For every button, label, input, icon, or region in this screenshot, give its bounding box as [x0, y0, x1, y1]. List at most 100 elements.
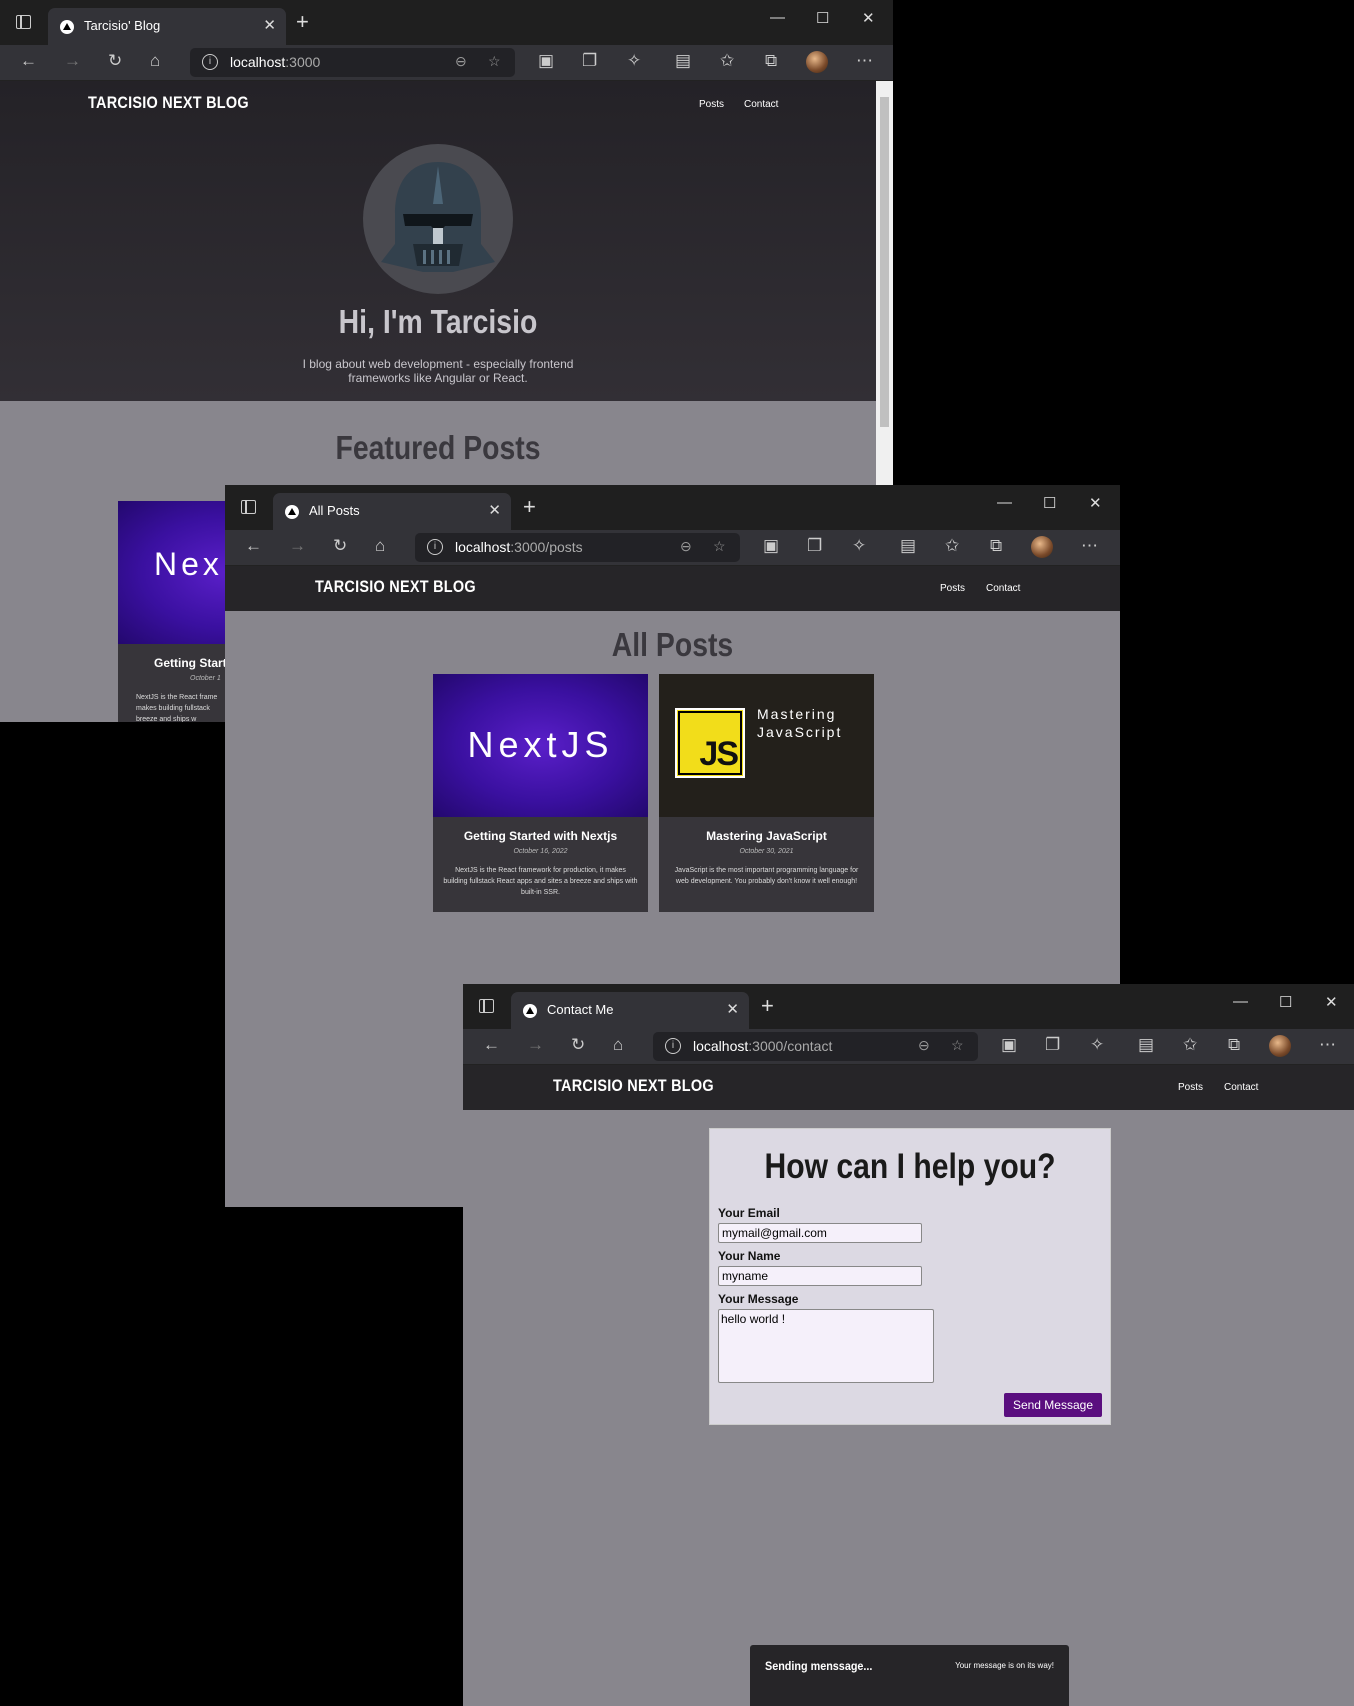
profile-avatar[interactable]	[1031, 536, 1053, 558]
site-info-icon[interactable]: i	[202, 54, 218, 70]
add-favorite-icon[interactable]: ☆	[713, 538, 726, 555]
url-text: localhost:3000/contact	[693, 1038, 833, 1054]
zoom-icon[interactable]: ⊖	[455, 53, 467, 70]
minimize-icon[interactable]: —	[770, 9, 785, 26]
more-icon[interactable]: ⋯	[856, 51, 873, 71]
puzzle-icon[interactable]: ✧	[627, 51, 641, 71]
new-tab-icon[interactable]: +	[523, 494, 536, 520]
sidebar-toggle-icon[interactable]	[479, 999, 494, 1013]
extension-icon[interactable]: ▣	[538, 51, 554, 71]
collections-icon[interactable]: ❐	[1045, 1035, 1060, 1055]
nav-contact[interactable]: Contact	[986, 583, 1020, 594]
new-tab-icon[interactable]: +	[761, 993, 774, 1019]
site-header: TARCISIO NEXT BLOG Posts Contact	[463, 1065, 1354, 1110]
new-tab-icon[interactable]: +	[296, 9, 309, 35]
nav-contact[interactable]: Contact	[1224, 1082, 1258, 1093]
profile-avatar[interactable]	[1269, 1035, 1291, 1057]
post-card-nextjs[interactable]: NextJS Getting Started with Nextjs Octob…	[433, 674, 648, 912]
post-title: Mastering JavaScript	[706, 829, 827, 843]
nav-posts[interactable]: Posts	[699, 99, 724, 110]
site-info-icon[interactable]: i	[427, 539, 443, 555]
home-icon[interactable]: ⌂	[613, 1035, 623, 1055]
close-tab-icon[interactable]: ✕	[726, 1000, 739, 1018]
workspaces-icon[interactable]: ⧉	[765, 51, 777, 71]
forward-icon[interactable]: →	[64, 51, 81, 71]
collections-icon[interactable]: ❐	[807, 536, 822, 556]
nextjs-favicon-icon	[523, 1004, 537, 1018]
message-label: Your Message	[718, 1292, 799, 1306]
site-logo[interactable]: TARCISIO NEXT BLOG	[88, 93, 249, 113]
nav-posts[interactable]: Posts	[1178, 1082, 1203, 1093]
favorites-icon[interactable]: ✩	[1183, 1035, 1197, 1055]
workspaces-icon[interactable]: ⧉	[1228, 1035, 1240, 1055]
zoom-icon[interactable]: ⊖	[680, 538, 692, 555]
post-card-javascript[interactable]: JS Mastering JavaScript Mastering JavaSc…	[659, 674, 874, 912]
puzzle-icon[interactable]: ✧	[852, 536, 866, 556]
home-icon[interactable]: ⌂	[375, 536, 385, 556]
forward-icon[interactable]: →	[289, 536, 306, 556]
back-icon[interactable]: ←	[245, 536, 262, 556]
more-icon[interactable]: ⋯	[1081, 536, 1098, 556]
tab-all-posts[interactable]: All Posts ✕	[273, 493, 511, 530]
maximize-icon[interactable]: ☐	[1043, 494, 1056, 512]
email-field[interactable]	[718, 1223, 922, 1243]
close-tab-icon[interactable]: ✕	[488, 501, 501, 519]
zoom-icon[interactable]: ⊖	[918, 1037, 930, 1054]
close-window-icon[interactable]: ✕	[862, 9, 875, 27]
contact-page: TARCISIO NEXT BLOG Posts Contact How can…	[463, 1065, 1354, 1706]
nav-contact[interactable]: Contact	[744, 99, 778, 110]
extension-icon[interactable]: ▣	[1001, 1035, 1017, 1055]
favorites-icon[interactable]: ✩	[720, 51, 734, 71]
featured-title: Featured Posts	[335, 429, 541, 466]
notification-title: Sending menssage...	[765, 1659, 873, 1673]
notification-toast: Sending menssage... Your message is on i…	[750, 1645, 1069, 1706]
address-bar[interactable]: i localhost:3000/contact ⊖ ☆	[653, 1032, 978, 1061]
tab-title: Tarcisio' Blog	[84, 18, 161, 33]
browser-toolbar: ← → ↻ ⌂ i localhost:3000/posts ⊖ ☆ ▣ ❐ ✧…	[225, 530, 1120, 566]
puzzle-icon[interactable]: ✧	[1090, 1035, 1104, 1055]
site-info-icon[interactable]: i	[665, 1038, 681, 1054]
site-logo[interactable]: TARCISIO NEXT BLOG	[553, 1076, 714, 1096]
close-window-icon[interactable]: ✕	[1325, 993, 1338, 1011]
send-message-button[interactable]: Send Message	[1003, 1393, 1102, 1417]
message-field[interactable]: hello world !	[718, 1309, 934, 1383]
name-field[interactable]	[718, 1266, 922, 1286]
favorites-icon[interactable]: ✩	[945, 536, 959, 556]
more-icon[interactable]: ⋯	[1319, 1035, 1336, 1055]
tab-bar: Tarcisio' Blog ✕ + — ☐ ✕	[0, 0, 893, 45]
refresh-icon[interactable]: ↻	[571, 1035, 585, 1055]
home-icon[interactable]: ⌂	[150, 51, 160, 71]
forward-icon[interactable]: →	[527, 1035, 544, 1055]
minimize-icon[interactable]: —	[1233, 993, 1248, 1010]
maximize-icon[interactable]: ☐	[1279, 993, 1292, 1011]
add-favorite-icon[interactable]: ☆	[488, 53, 501, 70]
back-icon[interactable]: ←	[483, 1035, 500, 1055]
workspaces-icon[interactable]: ⧉	[990, 536, 1002, 556]
sidebar-toggle-icon[interactable]	[241, 500, 256, 514]
form-heading: How can I help you?	[764, 1147, 1056, 1186]
refresh-icon[interactable]: ↻	[108, 51, 122, 71]
minimize-icon[interactable]: —	[997, 494, 1012, 511]
site-logo[interactable]: TARCISIO NEXT BLOG	[315, 577, 476, 597]
back-icon[interactable]: ←	[20, 51, 37, 71]
address-bar[interactable]: i localhost:3000 ⊖ ☆	[190, 48, 515, 77]
tab-contact[interactable]: Contact Me ✕	[511, 992, 749, 1029]
cast-icon[interactable]: ▤	[900, 536, 916, 556]
collections-icon[interactable]: ❐	[582, 51, 597, 71]
close-tab-icon[interactable]: ✕	[263, 16, 276, 34]
url-text: localhost:3000	[230, 54, 321, 70]
close-window-icon[interactable]: ✕	[1089, 494, 1102, 512]
add-favorite-icon[interactable]: ☆	[951, 1037, 964, 1054]
cast-icon[interactable]: ▤	[675, 51, 691, 71]
cast-icon[interactable]: ▤	[1138, 1035, 1154, 1055]
profile-avatar[interactable]	[806, 51, 828, 73]
nav-posts[interactable]: Posts	[940, 583, 965, 594]
sidebar-toggle-icon[interactable]	[16, 15, 31, 29]
post-image-text-1: Mastering	[757, 706, 837, 722]
hero-text-line-2: frameworks like Angular or React.	[348, 371, 528, 385]
extension-icon[interactable]: ▣	[763, 536, 779, 556]
tab-home[interactable]: Tarcisio' Blog ✕	[48, 8, 286, 45]
refresh-icon[interactable]: ↻	[333, 536, 347, 556]
address-bar[interactable]: i localhost:3000/posts ⊖ ☆	[415, 533, 740, 562]
maximize-icon[interactable]: ☐	[816, 9, 829, 27]
